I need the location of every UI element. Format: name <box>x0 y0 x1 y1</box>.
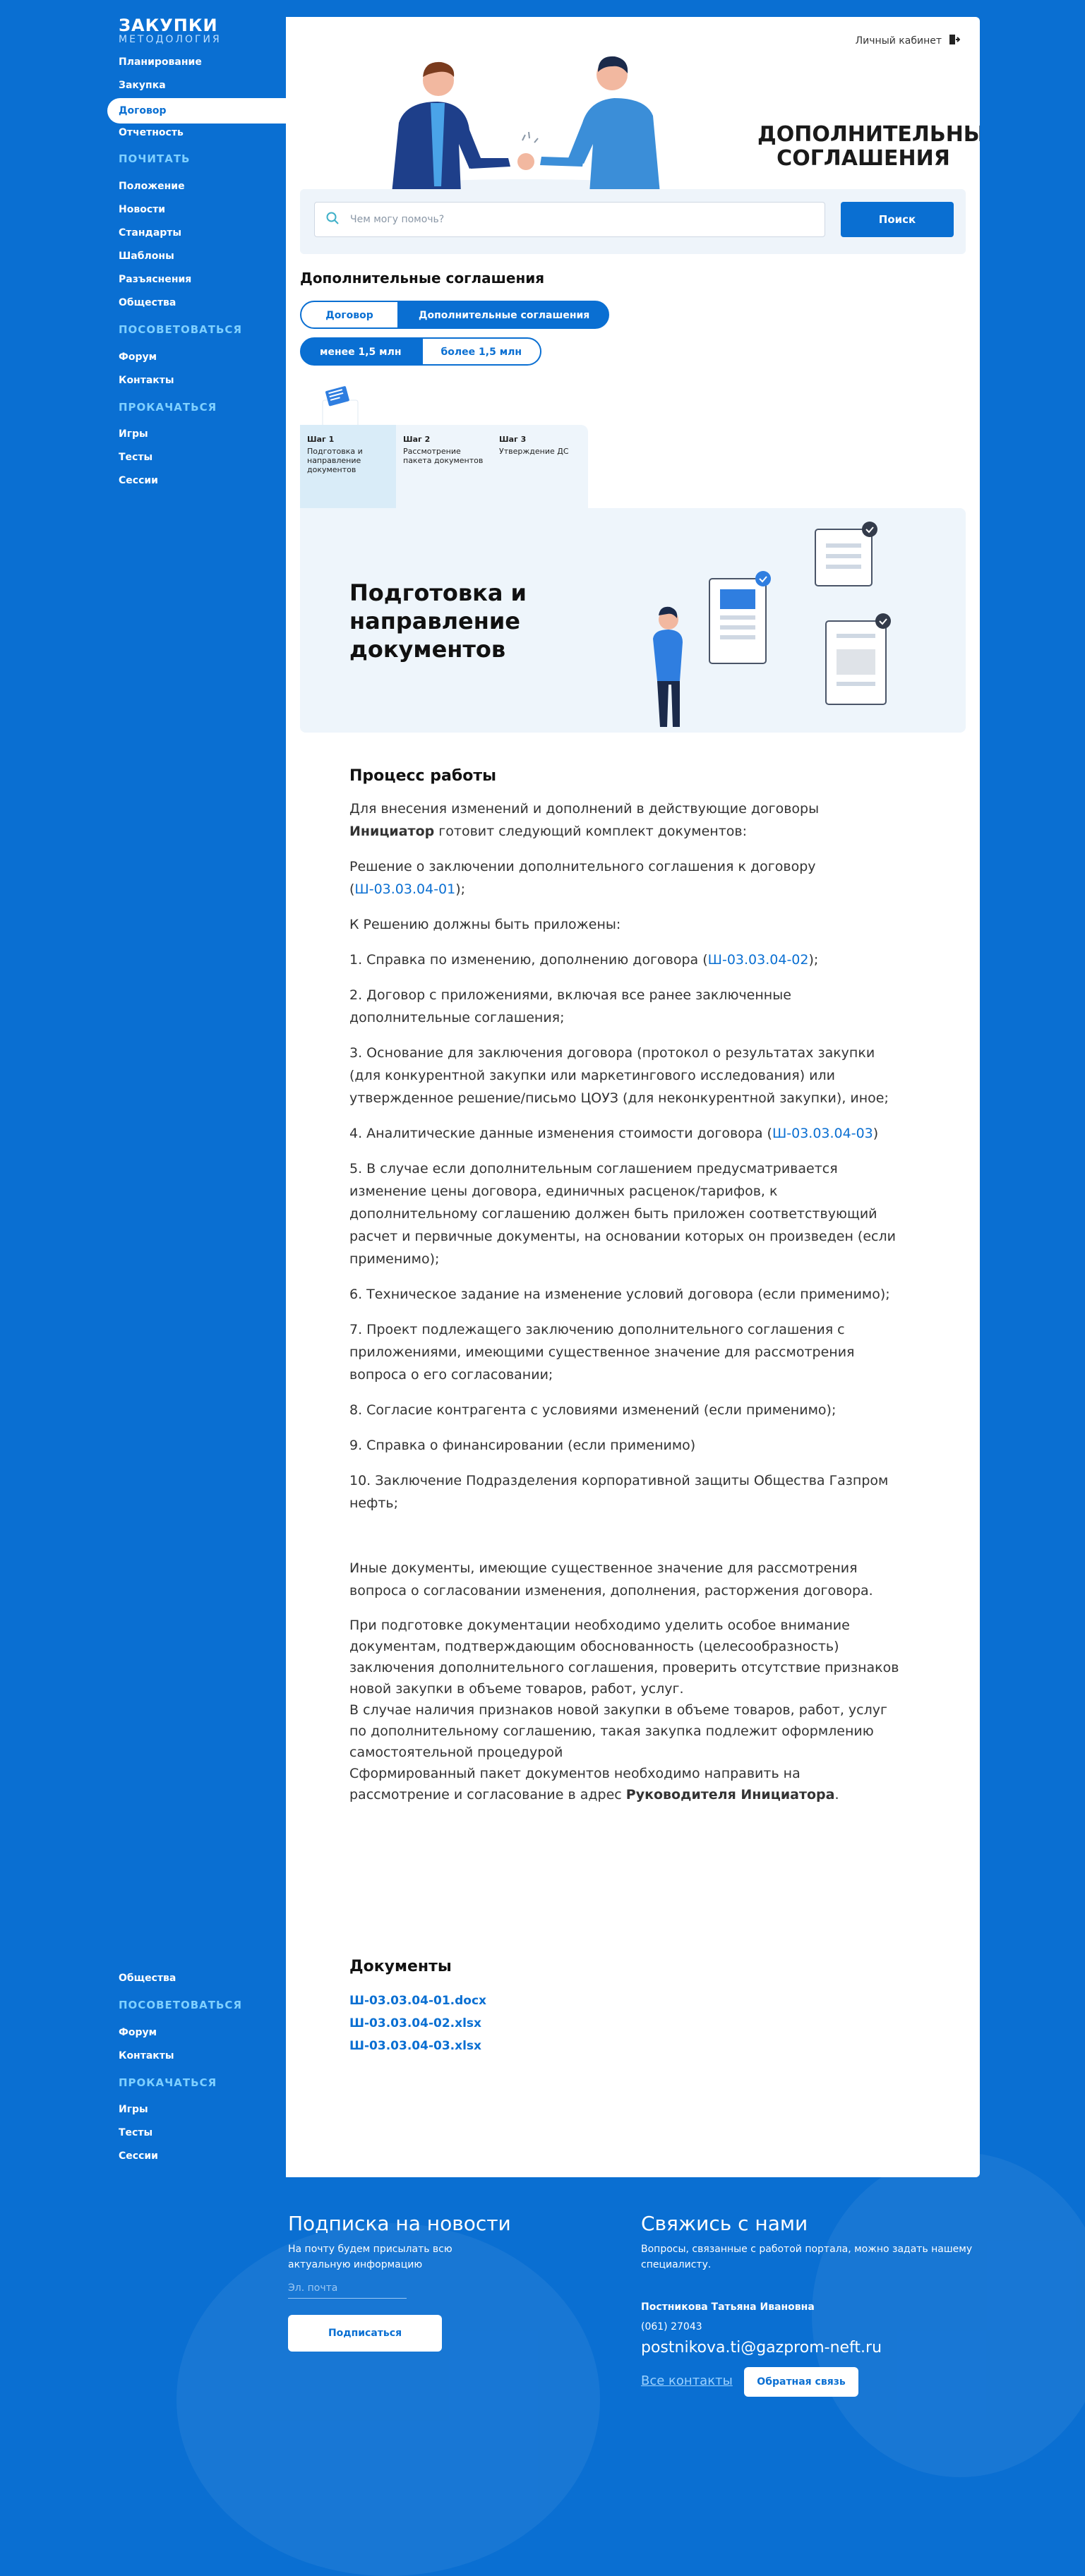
search-placeholder: Чем могу помочь? <box>350 214 445 225</box>
sidebar-item-planning[interactable]: Планирование <box>119 56 202 68</box>
process-description: Процесс работы Для внесения изменений и … <box>349 765 900 1818</box>
documents-section: Документы Ш-03.03.04-01.docx Ш-03.03.04-… <box>349 1958 486 2057</box>
list-item: 9. Справка о финансировании (если примен… <box>349 1438 696 1453</box>
sidebar-item-regulation[interactable]: Положение <box>119 181 185 192</box>
list-item: 1. Справка по изменению, дополнению дого… <box>349 952 819 968</box>
sidebar-group-upskill: ПРОКАЧАТЬСЯ <box>119 2076 217 2089</box>
personal-cabinet-link[interactable]: Личный кабинет <box>855 34 961 48</box>
process-heading: Процесс работы <box>349 767 496 785</box>
email-placeholder: Эл. почта <box>288 2282 338 2294</box>
contact-phone: (061) 27043 <box>641 2321 702 2333</box>
sidebar-item-explanations[interactable]: Разъяснения <box>119 274 191 285</box>
sidebar-item-companies[interactable]: Общества <box>119 297 176 308</box>
sidebar-item-forum[interactable]: Форум <box>119 351 157 363</box>
contact-person: Постникова Татьяна Ивановна <box>641 2301 815 2313</box>
paragraph: При подготовке документации необходимо у… <box>349 1618 899 1802</box>
section-title: Дополнительные соглашения <box>300 270 545 287</box>
tab-more-1-5m[interactable]: более 1,5 млн <box>421 337 542 366</box>
step-number: Шаг 2 <box>403 435 431 444</box>
sidebar-item-reporting[interactable]: Отчетность <box>119 127 184 138</box>
template-link[interactable]: Ш-03.03.04-01 <box>354 881 455 897</box>
list-item: 2. Договор с приложениями, включая все р… <box>349 987 791 1025</box>
documents-illustration <box>653 522 891 727</box>
sidebar-item-templates[interactable]: Шаблоны <box>119 251 174 262</box>
email-input[interactable]: Эл. почта <box>288 2278 407 2299</box>
sidebar-group-upskill: ПРОКАЧАТЬСЯ <box>119 401 217 414</box>
list-item: 7. Проект подлежащего заключению дополни… <box>349 1322 855 1383</box>
contact-title: Свяжись с нами <box>641 2212 808 2235</box>
contract-type-tabs: Договор Дополнительные соглашения <box>300 301 610 329</box>
document-link[interactable]: Ш-03.03.04-01.docx <box>349 1990 486 2012</box>
sidebar-item-contacts[interactable]: Контакты <box>119 375 174 386</box>
sidebar-item-forum[interactable]: Форум <box>119 2027 157 2038</box>
tab-addenda[interactable]: Дополнительные соглашения <box>399 301 610 329</box>
step-banner: Подготовка и направление документов <box>300 508 966 733</box>
paragraph: Иные документы, имеющие существенное зна… <box>349 1560 873 1599</box>
sidebar-item-sessions[interactable]: Сессии <box>119 2150 158 2162</box>
step-2[interactable]: Шаг 2 Рассмотрение пакета документов <box>396 425 492 512</box>
banner-title: Подготовка и направление документов <box>349 579 527 663</box>
document-link[interactable]: Ш-03.03.04-03.xlsx <box>349 2035 486 2057</box>
sidebar-item-tests[interactable]: Тесты <box>119 452 152 463</box>
subscribe-title: Подписка на новости <box>288 2212 511 2235</box>
sidebar-item-news[interactable]: Новости <box>119 204 165 215</box>
page-hero-title: ДОПОЛНИТЕЛЬНЫЕ СОГЛАШЕНИЯ <box>757 122 980 171</box>
list-item: 8. Согласие контрагента с условиями изме… <box>349 1402 837 1418</box>
amount-tabs: менее 1,5 млн более 1,5 млн <box>300 337 542 366</box>
search-bar: Чем могу помочь? Поиск <box>300 189 966 254</box>
sidebar-item-sessions[interactable]: Сессии <box>119 475 158 486</box>
step-text: Рассмотрение пакета документов <box>403 447 484 465</box>
step-3[interactable]: Шаг 3 Утверждение ДС <box>492 425 588 512</box>
all-contacts-link[interactable]: Все контакты <box>641 2371 733 2391</box>
handshake-illustration <box>392 56 660 193</box>
sidebar-item-standards[interactable]: Стандарты <box>119 227 181 239</box>
list-item: 3. Основание для заключения договора (пр… <box>349 1045 889 1106</box>
sidebar-item-contract[interactable]: Договор <box>107 98 286 124</box>
sidebar-item-companies[interactable]: Общества <box>119 1973 176 1984</box>
list-item: 10. Заключение Подразделения корпоративн… <box>349 1473 889 1511</box>
step-text: Утверждение ДС <box>499 447 569 456</box>
template-link[interactable]: Ш-03.03.04-03 <box>772 1126 873 1141</box>
step-number: Шаг 3 <box>499 435 527 444</box>
list-item: 5. В случае если дополнительным соглашен… <box>349 1161 896 1267</box>
sidebar-item-contacts[interactable]: Контакты <box>119 2050 174 2062</box>
step-number: Шаг 1 <box>307 435 335 444</box>
logo-subtitle: МЕТОДОЛОГИЯ <box>119 34 222 45</box>
sidebar-item-games[interactable]: Игры <box>119 2104 148 2115</box>
list-item: 6. Техническое задание на изменение усло… <box>349 1287 890 1302</box>
subscribe-button[interactable]: Подписаться <box>288 2315 442 2352</box>
sidebar-item-purchase[interactable]: Закупка <box>119 80 166 91</box>
documents-heading: Документы <box>349 1958 452 1975</box>
feedback-button[interactable]: Обратная связь <box>744 2367 858 2397</box>
sidebar-item-tests[interactable]: Тесты <box>119 2127 152 2138</box>
sidebar-item-games[interactable]: Игры <box>119 428 148 440</box>
contact-text: Вопросы, связанные с работой портала, мо… <box>641 2244 973 2270</box>
document-link[interactable]: Ш-03.03.04-02.xlsx <box>349 2012 486 2035</box>
background-shape <box>812 2153 1085 2477</box>
contact-email[interactable]: postnikova.ti@gazprom-neft.ru <box>641 2337 882 2359</box>
search-icon <box>326 212 339 227</box>
personal-cabinet-label: Личный кабинет <box>855 35 942 47</box>
paragraph: Для внесения изменений и дополнений в де… <box>349 801 820 839</box>
paragraph: К Решению должны быть приложены: <box>349 917 621 932</box>
subscribe-text: На почту будем присылать всю актуальную … <box>288 2244 452 2270</box>
search-button[interactable]: Поиск <box>841 202 954 237</box>
folder-icon <box>322 386 359 428</box>
tab-contract[interactable]: Договор <box>300 301 399 329</box>
paragraph: Решение о заключении дополнительного сог… <box>349 859 816 897</box>
list-item: 4. Аналитические данные изменения стоимо… <box>349 1126 879 1141</box>
process-steps: Шаг 1 Подготовка и направление документо… <box>300 425 588 525</box>
main-content: Личный кабинет ДОПОЛНИТЕЛЬНЫЕ СОГЛАШЕНИЯ… <box>286 17 980 2177</box>
sidebar-group-read: ПОЧИТАТЬ <box>119 152 191 165</box>
tab-less-1-5m[interactable]: менее 1,5 млн <box>300 337 421 366</box>
logout-icon <box>949 34 961 48</box>
logo-title: ЗАКУПКИ <box>119 16 218 35</box>
background-shape <box>176 2223 600 2576</box>
step-text: Подготовка и направление документов <box>307 447 363 474</box>
sidebar-group-consult: ПОСОВЕТОВАТЬСЯ <box>119 1999 242 2011</box>
sidebar-group-consult: ПОСОВЕТОВАТЬСЯ <box>119 323 242 336</box>
logo[interactable]: ЗАКУПКИ МЕТОДОЛОГИЯ <box>119 17 222 45</box>
search-input[interactable]: Чем могу помочь? <box>314 202 825 237</box>
template-link[interactable]: Ш-03.03.04-02 <box>708 952 809 968</box>
